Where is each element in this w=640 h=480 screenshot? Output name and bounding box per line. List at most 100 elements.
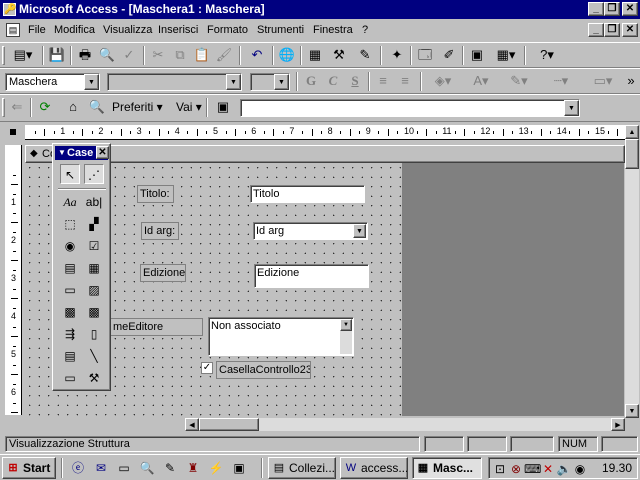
- program-icon[interactable]: ▣: [231, 460, 247, 476]
- scroll-up-icon[interactable]: ▲: [625, 125, 639, 139]
- autoformat-icon[interactable]: ✎: [356, 46, 374, 64]
- bound-object-icon[interactable]: ▩: [84, 302, 104, 322]
- menu-file[interactable]: File: [28, 24, 46, 36]
- combobox-tool-icon[interactable]: ▤: [60, 258, 80, 278]
- start-button[interactable]: ⊞ Start: [2, 457, 56, 479]
- print-preview-icon[interactable]: 🔍: [98, 46, 116, 64]
- chevron-down-icon[interactable]: ▼: [226, 74, 241, 90]
- font-color-icon[interactable]: A▾: [466, 72, 496, 90]
- save-icon[interactable]: 💾: [48, 46, 66, 64]
- chevron-down-icon[interactable]: ▼: [564, 100, 579, 116]
- internet-explorer-icon[interactable]: ⓔ: [70, 460, 86, 476]
- italic-button[interactable]: C: [324, 72, 342, 90]
- code-icon[interactable]: ✦: [388, 46, 406, 64]
- detail-section-bar[interactable]: ◆ Co: [25, 145, 625, 163]
- minimize-button[interactable]: _: [588, 2, 604, 16]
- menu-help[interactable]: ?: [362, 24, 368, 36]
- toolbox-menu-icon[interactable]: ▼: [58, 148, 66, 157]
- toggle-button-icon[interactable]: ▞: [84, 214, 104, 234]
- label-tool-icon[interactable]: Aa: [60, 192, 80, 212]
- scroll-down-icon[interactable]: ▼: [625, 404, 639, 418]
- line-tool-icon[interactable]: ╲: [84, 346, 104, 366]
- editore-label[interactable]: meEditore: [110, 318, 203, 336]
- toolbox-close-icon[interactable]: ✕: [96, 146, 109, 159]
- toolbar-grip[interactable]: [2, 98, 5, 117]
- menu-modifica[interactable]: Modifica: [54, 24, 95, 36]
- listbox-scroll-up-icon[interactable]: ▼: [340, 319, 352, 331]
- close-button[interactable]: ✕: [622, 2, 638, 16]
- align-left-icon[interactable]: ≡: [374, 72, 392, 90]
- edizione-label[interactable]: Edizione: [140, 264, 186, 282]
- checkbox-label[interactable]: CasellaControllo23: [216, 361, 311, 379]
- fill-color-icon[interactable]: ◈▾: [428, 72, 458, 90]
- special-effect-icon[interactable]: ▭▾: [588, 72, 618, 90]
- tray-clock[interactable]: 19.30: [602, 461, 632, 475]
- game-icon[interactable]: ♜: [185, 460, 201, 476]
- build-icon[interactable]: ✐: [440, 46, 458, 64]
- rectangle-tool-icon[interactable]: ▭: [60, 368, 80, 388]
- tray-volume-icon[interactable]: 🔈: [556, 461, 572, 477]
- explorer-icon[interactable]: 🔍: [139, 460, 155, 476]
- field-list-icon[interactable]: ▦: [306, 46, 324, 64]
- horizontal-scrollbar[interactable]: ◀ ▶: [185, 418, 625, 431]
- border-width-icon[interactable]: ┈▾: [546, 72, 576, 90]
- command-button-icon[interactable]: ▭: [60, 280, 80, 300]
- address-combo[interactable]: ▼: [240, 99, 580, 117]
- restore-button[interactable]: ❐: [604, 2, 620, 16]
- toolbox-panel[interactable]: ▼ Case ✕ ↖ ⋰ Aa ab| ⬚ ▞ ◉ ☑ ▤ ▦ ▭ ▨ ▩ ▩ …: [52, 143, 111, 391]
- access-app-icon[interactable]: 🔑: [3, 3, 16, 16]
- tray-scheduler-icon[interactable]: ⊗: [508, 461, 524, 477]
- doc-minimize-button[interactable]: _: [588, 23, 604, 37]
- textbox-tool-icon[interactable]: ab|: [84, 192, 104, 212]
- favorites-menu[interactable]: Preferiti ▾: [112, 98, 164, 116]
- new-object-icon[interactable]: ▦▾: [492, 46, 520, 64]
- listbox-scroll-track[interactable]: [340, 331, 352, 354]
- tray-keyboard-icon[interactable]: ⌨: [524, 461, 541, 477]
- menu-strumenti[interactable]: Strumenti: [257, 24, 304, 36]
- undo-icon[interactable]: ↶: [248, 46, 266, 64]
- font-combo[interactable]: ▼: [107, 73, 242, 91]
- tray-antivirus-icon[interactable]: ◉: [572, 461, 588, 477]
- scroll-thumb[interactable]: [199, 418, 259, 431]
- scroll-left-icon[interactable]: ◀: [185, 418, 199, 431]
- scroll-right-icon[interactable]: ▶: [611, 418, 625, 431]
- checkbox-control[interactable]: ✓: [201, 362, 213, 374]
- option-group-icon[interactable]: ⬚: [60, 214, 80, 234]
- print-icon[interactable]: 🖶: [76, 46, 94, 64]
- listbox-tool-icon[interactable]: ▦: [84, 258, 104, 278]
- vertical-ruler[interactable]: 1 2 3 4 5 6: [5, 145, 22, 415]
- toolbar-grip[interactable]: [2, 46, 5, 65]
- edizione-textbox[interactable]: Edizione: [254, 264, 369, 288]
- form-selector[interactable]: [5, 125, 22, 140]
- unbound-object-icon[interactable]: ▩: [60, 302, 80, 322]
- toolbox-icon[interactable]: ⚒: [330, 46, 348, 64]
- chevron-down-icon[interactable]: ▼: [353, 224, 366, 238]
- hyperlink-icon[interactable]: 🌐: [278, 46, 296, 64]
- menu-inserisci[interactable]: Inserisci: [158, 24, 198, 36]
- menu-visualizza[interactable]: Visualizza: [103, 24, 152, 36]
- cut-icon[interactable]: ✂: [149, 46, 167, 64]
- back-arrow-icon[interactable]: ⇐: [8, 98, 26, 116]
- database-window-icon[interactable]: ▣: [468, 46, 486, 64]
- underline-button[interactable]: S: [346, 72, 364, 90]
- control-wizard-icon[interactable]: ⋰: [84, 164, 104, 184]
- editore-listbox[interactable]: Non associato ▼: [208, 317, 354, 356]
- page-break-icon[interactable]: ⇶: [60, 324, 80, 344]
- idarg-combobox[interactable]: Id arg ▼: [253, 222, 368, 240]
- document-menu-icon[interactable]: ▤: [6, 23, 20, 37]
- spelling-icon[interactable]: ✓: [120, 46, 138, 64]
- idarg-label[interactable]: Id arg:: [141, 222, 179, 240]
- titolo-label[interactable]: Titolo:: [137, 185, 174, 203]
- view-icon[interactable]: ▤▾: [8, 46, 38, 64]
- notepad-icon[interactable]: ✎: [162, 460, 178, 476]
- show-web-toolbar-icon[interactable]: ▣: [214, 98, 232, 116]
- tray-network-icon[interactable]: ⊡: [492, 461, 508, 477]
- search-web-icon[interactable]: 🔍: [88, 98, 106, 116]
- titolo-textbox[interactable]: Titolo: [250, 185, 365, 203]
- toolbar-overflow-icon[interactable]: »: [624, 72, 638, 90]
- object-combo[interactable]: Maschera ▼: [5, 73, 100, 91]
- checkbox-tool-icon[interactable]: ☑: [84, 236, 104, 256]
- copy-icon[interactable]: ⧉: [171, 46, 189, 64]
- desktop-icon[interactable]: ▭: [116, 460, 132, 476]
- tray-disabled-icon[interactable]: ✕: [540, 461, 556, 477]
